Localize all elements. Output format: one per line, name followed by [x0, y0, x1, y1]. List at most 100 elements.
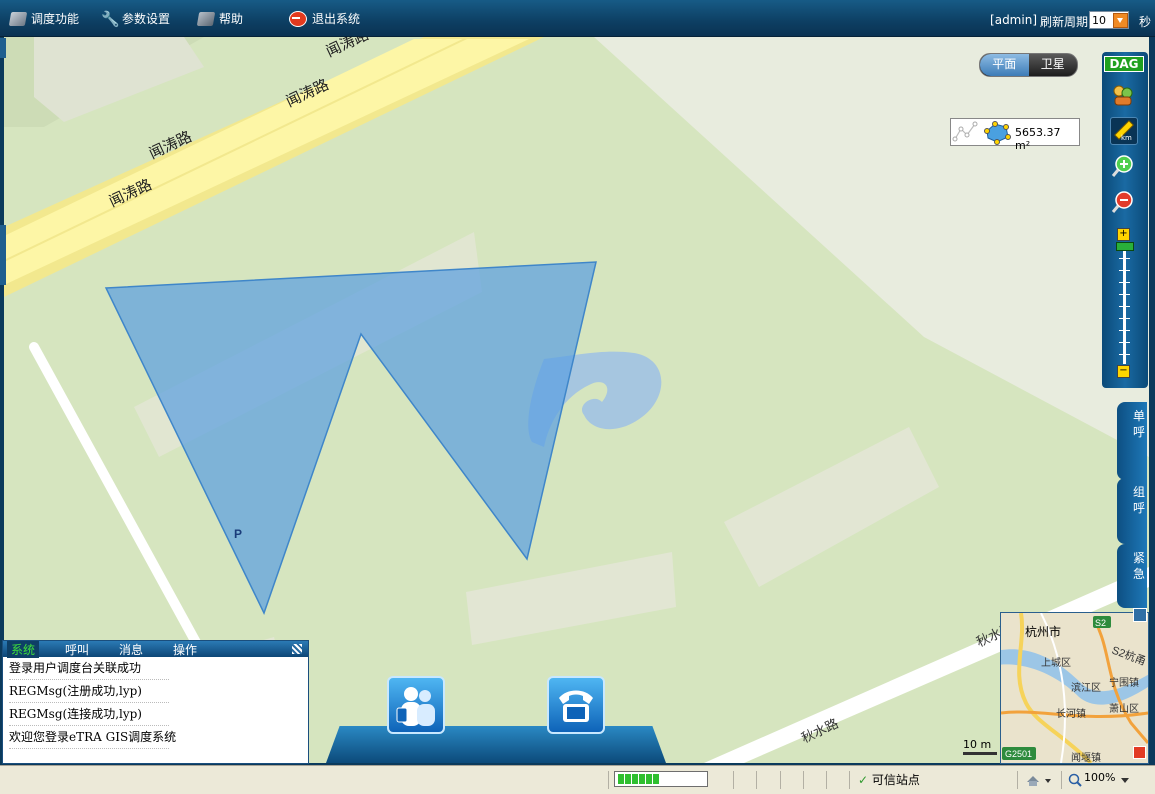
check-icon: ✓	[858, 773, 869, 787]
status-separator	[756, 771, 757, 789]
map-area-urban	[594, 37, 1149, 457]
phone-icon	[559, 690, 593, 722]
log-collapse-icon[interactable]	[292, 644, 302, 654]
zoom-out-icon	[1111, 191, 1133, 213]
group-call-button[interactable]	[387, 676, 445, 734]
menu-exit[interactable]: 退出系统	[289, 10, 360, 27]
zoom-tick	[1119, 342, 1130, 343]
overview-district: 闻堰镇	[1071, 751, 1101, 763]
map-building	[724, 427, 939, 587]
zoom-tick	[1119, 282, 1130, 283]
trusted-site-text: 可信站点	[871, 773, 920, 787]
map-view-toggle[interactable]: 平面 卫星	[979, 53, 1078, 77]
menu-dispatch[interactable]: 调度功能	[8, 10, 80, 27]
log-line: REGMsg(连接成功,lyp)	[9, 703, 169, 726]
overview-expand-icon[interactable]	[1133, 746, 1146, 759]
tab-message[interactable]: 消息	[115, 641, 147, 658]
progress-block	[653, 774, 659, 784]
zoom-tick	[1119, 306, 1130, 307]
menu-dispatch-label: 调度功能	[31, 12, 80, 26]
zoom-tick	[1119, 354, 1130, 355]
tab-system[interactable]: 系统	[7, 640, 40, 658]
zoom-slider-thumb[interactable]	[1116, 242, 1134, 251]
left-panel-handle-top[interactable]	[0, 38, 6, 58]
refresh-value: 10	[1092, 13, 1106, 27]
exit-icon	[289, 10, 307, 27]
zoom-slider-track[interactable]	[1123, 246, 1126, 364]
dropdown-arrow-icon[interactable]	[1113, 12, 1128, 28]
browser-status-bar	[0, 765, 1155, 794]
refresh-label: 刷新周期	[1039, 15, 1088, 29]
scale-bar	[963, 752, 997, 755]
users-icon	[1113, 85, 1133, 106]
progress-block	[639, 774, 645, 784]
overview-district: 萧山区	[1109, 703, 1139, 715]
measure-area-value: 5653.37 m²	[1015, 126, 1061, 152]
zoom-dropdown-icon[interactable]	[1120, 776, 1130, 784]
status-separator	[803, 771, 804, 789]
status-separator	[826, 771, 827, 789]
scale-label: 10 m	[963, 738, 992, 751]
contacts-icon	[396, 687, 435, 726]
phone-call-button[interactable]	[547, 676, 605, 734]
measure-panel: 5653.37 m²	[950, 118, 1080, 152]
progress-block	[632, 774, 638, 784]
overview-city: 杭州市	[1025, 624, 1061, 639]
zoom-magnifier-icon	[1068, 773, 1082, 787]
menu-params[interactable]: 🔧 参数设置	[101, 10, 170, 27]
zoom-tick	[1119, 270, 1130, 271]
tab-single-call[interactable]: 单呼	[1117, 402, 1147, 480]
parking-icon: P	[234, 527, 242, 541]
users-button[interactable]	[1110, 82, 1136, 108]
help-icon	[196, 11, 216, 26]
zoom-slider-minus-icon[interactable]: −	[1117, 365, 1130, 378]
tab-satellite-view[interactable]: 卫星	[1029, 54, 1078, 76]
zoom-in-button[interactable]	[1110, 154, 1136, 180]
zoom-out-button[interactable]	[1110, 190, 1136, 216]
log-line: REGMsg(注册成功,lyp)	[9, 680, 169, 703]
zoom-tick	[1119, 258, 1130, 259]
status-separator	[780, 771, 781, 789]
menu-params-label: 参数设置	[122, 12, 171, 26]
refresh-period-select[interactable]: 10	[1089, 11, 1129, 29]
status-separator	[733, 771, 734, 789]
overview-district: 宁围镇	[1109, 676, 1139, 689]
overview-highway-badge: G2501	[1005, 749, 1032, 759]
map-block	[34, 37, 204, 122]
svg-text:km: km	[1121, 134, 1132, 142]
overview-collapse-icon[interactable]	[1133, 608, 1147, 622]
wrench-icon: 🔧	[101, 9, 120, 28]
log-line: 登录用户调度台关联成功	[9, 657, 169, 680]
menu-help[interactable]: 帮助	[196, 10, 243, 27]
map-building	[466, 552, 676, 645]
overview-map[interactable]: 杭州市 S2 S2杭甬 上城区 滨江区 宁围镇 长河镇 萧山区 闻堰镇 G250…	[1000, 612, 1149, 764]
security-icon[interactable]	[1025, 772, 1055, 788]
left-panel-handle[interactable]	[0, 225, 6, 285]
bottom-dock	[326, 726, 666, 763]
status-separator	[1017, 771, 1018, 789]
measure-icons	[952, 121, 1011, 145]
tab-call[interactable]: 呼叫	[61, 641, 93, 658]
zoom-tick	[1119, 294, 1130, 295]
ruler-icon: km	[1114, 120, 1134, 142]
tab-plane-view[interactable]: 平面	[980, 54, 1029, 76]
area-measure-icon[interactable]	[984, 121, 1011, 145]
tab-operation[interactable]: 操作	[169, 641, 201, 658]
zoom-slider-plus-icon[interactable]: +	[1117, 228, 1130, 241]
line-measure-icon[interactable]	[952, 121, 978, 142]
overview-district: 长河镇	[1056, 707, 1086, 720]
refresh-unit: 秒	[1138, 15, 1151, 29]
zoom-tick	[1119, 318, 1130, 319]
status-separator	[849, 771, 850, 789]
measure-polygon[interactable]	[104, 261, 597, 615]
tab-group-call[interactable]: 组呼	[1117, 478, 1147, 544]
progress-block	[646, 774, 652, 784]
ruler-button[interactable]: km	[1110, 117, 1138, 145]
zoom-level[interactable]: 100%	[1084, 771, 1115, 784]
dag-button[interactable]: DAG	[1104, 56, 1144, 72]
zoom-tick	[1119, 330, 1130, 331]
overview-s2-badge: S2	[1095, 618, 1106, 628]
zoom-in-icon	[1111, 155, 1133, 177]
top-menu-bar: 调度功能 🔧 参数设置 帮助 退出系统 [admin] 刷新周期 10 秒	[0, 0, 1155, 37]
tab-emergency[interactable]: 紧急	[1117, 544, 1147, 608]
